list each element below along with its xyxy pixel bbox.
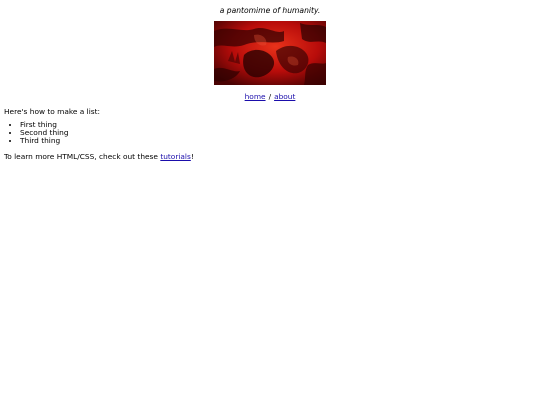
banner-image-graphic (214, 21, 326, 85)
outro-text: To learn more HTML/CSS, check out these … (4, 152, 194, 161)
nav-bar: home / about (0, 92, 540, 101)
outro-suffix: ! (190, 152, 194, 161)
tutorials-link[interactable]: tutorials (160, 152, 191, 161)
bullet-list: First thing Second thing Third thing (4, 121, 69, 145)
intro-text: Here's how to make a list: (4, 107, 100, 116)
site-tagline: a pantomime of humanity. (219, 6, 321, 15)
nav-link-about[interactable]: about (274, 92, 295, 101)
banner-image (214, 21, 326, 85)
nav-link-home[interactable]: home (245, 92, 266, 101)
list-item: Third thing (20, 137, 69, 145)
outro-prefix: To learn more HTML/CSS, check out these (4, 152, 161, 161)
nav-separator: / (268, 92, 272, 101)
